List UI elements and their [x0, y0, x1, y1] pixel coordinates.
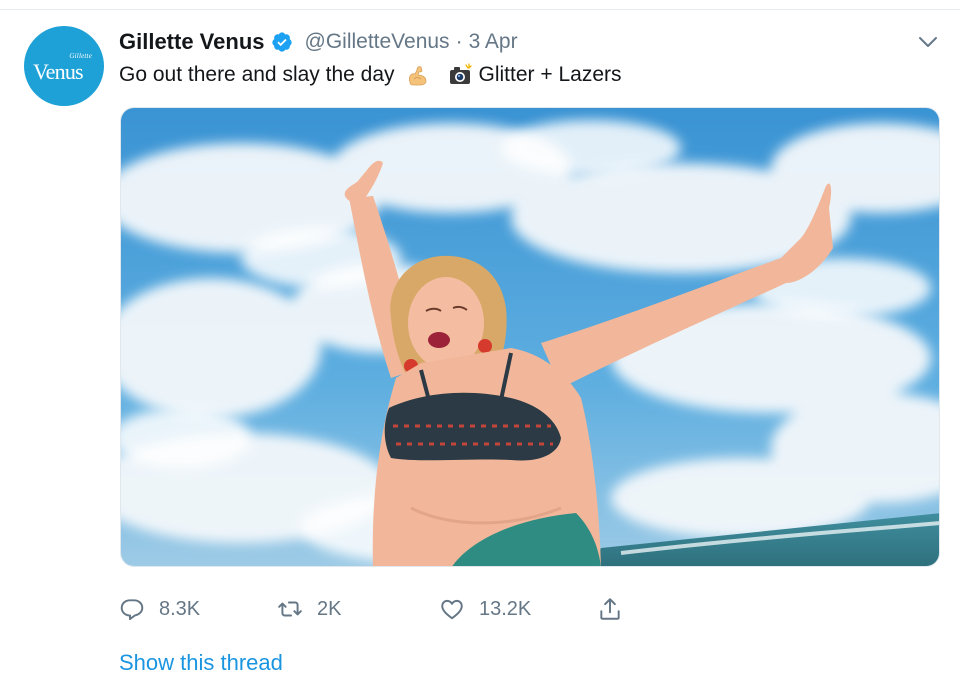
verified-badge-icon: [271, 31, 293, 53]
tweet-top-divider: [0, 9, 960, 10]
share-icon: [600, 598, 620, 620]
tweet-text-part-2: Glitter + Lazers: [478, 63, 622, 86]
retweet-button[interactable]: 2K: [277, 593, 341, 625]
user-handle[interactable]: @GilletteVenus: [305, 30, 450, 54]
retweet-icon: [278, 601, 302, 617]
retweet-count: 2K: [317, 597, 342, 620]
display-name[interactable]: Gillette Venus: [119, 29, 265, 55]
tweet-actions: 8.3K 2K 13.2K: [119, 593, 639, 625]
avatar-brand-main: Venus: [33, 59, 84, 84]
tweet-text-part-1: Go out there and slay the day: [119, 63, 395, 86]
share-button[interactable]: [597, 593, 637, 625]
like-count: 13.2K: [479, 597, 532, 620]
tweet-header: Gillette Venus @GilletteVenus · 3 Apr: [119, 28, 518, 56]
reply-button[interactable]: 8.3K: [119, 593, 200, 625]
flexed-biceps-icon: [405, 62, 431, 88]
chevron-down-icon[interactable]: [916, 30, 940, 54]
reply-icon: [120, 599, 144, 621]
camera-flash-icon: [447, 62, 473, 88]
heart-icon: [441, 599, 463, 620]
header-separator: ·: [455, 30, 463, 53]
tweet-photo[interactable]: [120, 107, 940, 567]
profile-avatar[interactable]: Gillette Venus: [24, 26, 104, 106]
like-button[interactable]: 13.2K: [439, 593, 531, 625]
show-thread-link[interactable]: Show this thread: [119, 650, 283, 676]
tweet-text: Go out there and slay the day Glitter + …: [119, 60, 622, 90]
tweet-date[interactable]: 3 Apr: [469, 30, 518, 54]
reply-count: 8.3K: [159, 597, 201, 620]
